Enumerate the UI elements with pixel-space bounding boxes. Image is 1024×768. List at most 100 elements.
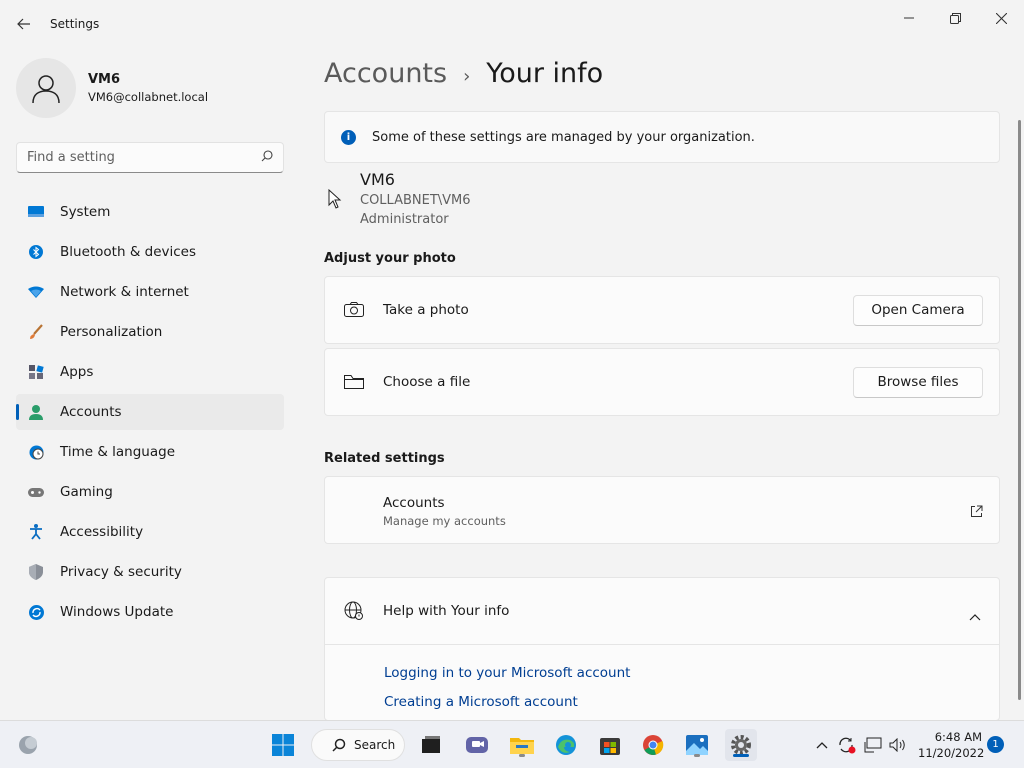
sidebar-item-windows-update[interactable]: Windows Update	[16, 594, 284, 630]
sync-alert-icon	[839, 737, 856, 754]
running-indicator	[519, 754, 525, 757]
sidebar-item-label: Network & internet	[60, 284, 189, 300]
taskbar-search-button[interactable]: Search	[311, 729, 405, 761]
search-icon	[332, 738, 346, 752]
breadcrumb-separator: ›	[463, 66, 471, 87]
edge-button[interactable]	[550, 729, 582, 761]
weather-icon	[19, 736, 37, 754]
close-icon	[995, 12, 1007, 24]
clock[interactable]: 6:48 AM 11/20/2022	[918, 729, 984, 761]
task-view-icon	[422, 736, 440, 753]
search-icon[interactable]	[261, 150, 273, 165]
store-icon	[600, 738, 620, 755]
folder-icon	[510, 738, 534, 754]
apps-icon	[28, 364, 44, 380]
help-title: Help with Your info	[383, 603, 510, 619]
chrome-button[interactable]	[637, 729, 669, 761]
avatar[interactable]	[16, 58, 76, 118]
title-bar: Settings	[0, 0, 1024, 48]
task-view-button[interactable]	[415, 729, 447, 761]
search-box	[16, 142, 284, 173]
gear-icon	[731, 735, 751, 755]
chrome-icon	[643, 735, 664, 755]
restore-icon	[949, 12, 961, 24]
sidebar-item-label: Privacy & security	[60, 564, 182, 580]
sidebar-item-time-language[interactable]: Time & language	[16, 434, 284, 470]
user-name: VM6	[360, 170, 395, 189]
related-accounts-title: Accounts	[383, 495, 445, 511]
user-domain: COLLABNET\VM6	[360, 193, 471, 208]
sidebar-item-network[interactable]: Network & internet	[16, 274, 284, 310]
sidebar-item-personalization[interactable]: Personalization	[16, 314, 284, 350]
wifi-icon	[28, 284, 44, 300]
notice-text: Some of these settings are managed by yo…	[372, 129, 755, 145]
breadcrumb-parent[interactable]: Accounts	[324, 58, 447, 89]
bluetooth-icon	[28, 244, 44, 260]
sidebar-item-label: Accounts	[60, 404, 122, 420]
minimize-icon	[904, 17, 914, 19]
profile-card: VM6 VM6@collabnet.local	[16, 58, 208, 118]
store-button[interactable]	[594, 729, 626, 761]
photos-icon	[686, 735, 708, 755]
clock-time: 6:48 AM	[934, 730, 982, 744]
mouse-cursor-icon	[328, 189, 342, 209]
sidebar-nav: System Bluetooth & devices Network & int…	[16, 194, 284, 634]
section-title-related-settings: Related settings	[324, 451, 445, 466]
chat-button[interactable]	[461, 729, 493, 761]
notification-badge[interactable]: 1	[987, 736, 1004, 753]
sidebar-item-gaming[interactable]: Gaming	[16, 474, 284, 510]
sidebar-item-accessibility[interactable]: Accessibility	[16, 514, 284, 550]
sidebar-item-apps[interactable]: Apps	[16, 354, 284, 390]
close-button[interactable]	[978, 4, 1024, 32]
sidebar-item-privacy-security[interactable]: Privacy & security	[16, 554, 284, 590]
accessibility-icon	[28, 524, 44, 540]
sidebar-item-label: Accessibility	[60, 524, 144, 540]
globe-icon	[343, 601, 365, 621]
take-photo-row: Take a photo Open Camera	[324, 276, 1000, 344]
help-header[interactable]: Help with Your info	[325, 578, 999, 645]
camera-icon	[343, 300, 365, 320]
volume-tray-button[interactable]	[885, 729, 911, 761]
taskbar: Search 6:48 AM 11/20/2022	[0, 720, 1024, 768]
photos-button[interactable]	[681, 729, 713, 761]
network-tray-button[interactable]	[860, 729, 886, 761]
help-link-creating-account[interactable]: Creating a Microsoft account	[384, 694, 578, 710]
take-photo-label: Take a photo	[383, 302, 469, 318]
sidebar-item-accounts[interactable]: Accounts	[16, 394, 284, 430]
sidebar-item-label: Gaming	[60, 484, 113, 500]
sidebar-item-label: Windows Update	[60, 604, 174, 620]
open-external-icon	[970, 503, 983, 522]
teams-chat-icon	[466, 737, 488, 753]
chevron-up-icon	[816, 742, 828, 749]
chevron-up-icon	[969, 606, 981, 625]
sidebar-item-system[interactable]: System	[16, 194, 284, 230]
search-input[interactable]	[17, 143, 247, 172]
file-explorer-button[interactable]	[506, 729, 538, 761]
section-title-adjust-photo: Adjust your photo	[324, 251, 456, 266]
network-wired-icon	[864, 737, 882, 753]
windows-logo-icon	[272, 734, 294, 756]
user-role: Administrator	[360, 212, 449, 227]
settings-taskbar-button[interactable]	[725, 729, 757, 761]
start-button[interactable]	[267, 729, 299, 761]
show-hidden-icons-button[interactable]	[808, 729, 836, 761]
scrollbar[interactable]	[1018, 120, 1021, 700]
back-button[interactable]	[10, 12, 38, 36]
sidebar-item-bluetooth[interactable]: Bluetooth & devices	[16, 234, 284, 270]
running-indicator	[694, 754, 700, 757]
folder-icon	[343, 372, 365, 392]
help-link-logging-in[interactable]: Logging in to your Microsoft account	[384, 665, 630, 681]
browse-files-button[interactable]: Browse files	[853, 366, 983, 398]
shield-icon	[28, 564, 44, 580]
sidebar-item-label: Bluetooth & devices	[60, 244, 197, 260]
restore-button[interactable]	[932, 4, 978, 32]
sync-tray-button[interactable]	[834, 729, 860, 761]
sidebar-item-label: Personalization	[60, 324, 163, 340]
related-accounts-link[interactable]: Accounts Manage my accounts	[324, 476, 1000, 544]
open-camera-button[interactable]: Open Camera	[853, 294, 983, 326]
minimize-button[interactable]	[886, 4, 932, 32]
widgets-button[interactable]	[12, 729, 44, 761]
sidebar-item-label: Time & language	[60, 444, 176, 460]
choose-file-label: Choose a file	[383, 374, 471, 390]
volume-icon	[889, 738, 905, 752]
